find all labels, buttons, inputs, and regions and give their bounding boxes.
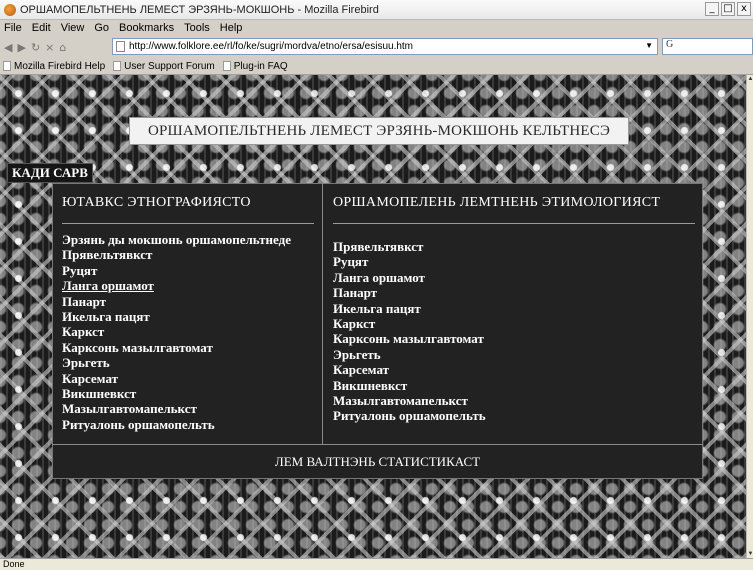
left-heading-divider bbox=[62, 223, 314, 224]
left-link-item[interactable]: Ритуалонь оршамопельть bbox=[62, 417, 314, 432]
menu-help[interactable]: Help bbox=[220, 22, 243, 34]
reload-icon[interactable]: ↻ bbox=[31, 41, 40, 54]
left-link-item[interactable]: Руцят bbox=[62, 263, 314, 278]
left-link-item[interactable]: Икельга пацят bbox=[62, 309, 314, 324]
window-title: ОРШАМОПЕЛЬТНЕНЬ ЛЕМЕСТ ЭРЗЯНЬ-МОКШОНЬ - … bbox=[20, 3, 379, 16]
left-link-list: Эрзянь ды мокшонь оршамопельтнеде Прявель… bbox=[62, 232, 314, 432]
left-link-item[interactable]: Эрьгеть bbox=[62, 355, 314, 370]
close-button[interactable]: x bbox=[737, 2, 751, 16]
bookmark-page-icon bbox=[113, 61, 122, 71]
menu-go[interactable]: Go bbox=[94, 22, 109, 34]
left-link-item[interactable]: Викшневкст bbox=[62, 386, 314, 401]
left-column-heading: ЮТАВКС ЭТНОГРАФИЯСТО bbox=[62, 195, 251, 210]
stop-icon[interactable]: × bbox=[45, 41, 54, 54]
right-link-item[interactable]: Прявельтявкст bbox=[333, 239, 695, 254]
menu-edit[interactable]: Edit bbox=[32, 22, 51, 34]
right-column-heading: ОРШАМОПЕЛЕНЬ ЛЕМТНЕНЬ ЭТИМОЛОГИЯСТ bbox=[333, 195, 661, 210]
url-bar[interactable]: ▼ bbox=[112, 38, 658, 55]
minimize-button[interactable]: _ bbox=[705, 2, 719, 16]
scroll-down-icon[interactable]: ▼ bbox=[747, 550, 753, 558]
search-input[interactable]: G bbox=[662, 38, 753, 55]
window-titlebar: ОРШАМОПЕЛЬТНЕНЬ ЛЕМЕСТ ЭРЗЯНЬ-МОКШОНЬ - … bbox=[0, 0, 753, 20]
menu-bookmarks[interactable]: Bookmarks bbox=[119, 22, 174, 34]
bookmarks-toolbar: Mozilla Firebird Help User Support Forum… bbox=[0, 58, 753, 75]
right-link-list: Прявельтявкст Руцят Ланга оршамот Панарт Ике… bbox=[333, 239, 695, 424]
left-link-item[interactable]: Мазылгавтомапелькст bbox=[62, 401, 314, 416]
right-link-item[interactable]: Ритуалонь оршамопельть bbox=[333, 408, 695, 423]
right-link-item[interactable]: Мазылгавтомапелькст bbox=[333, 393, 695, 408]
left-column: ЮТАВКС ЭТНОГРАФИЯСТО Эрзянь ды мокшонь о… bbox=[62, 183, 314, 432]
right-heading-divider bbox=[333, 223, 695, 224]
forward-icon[interactable]: ▶ bbox=[17, 41, 25, 54]
right-link-item[interactable]: Икельга пацят bbox=[333, 301, 695, 316]
url-input[interactable] bbox=[129, 41, 639, 52]
bookmark-page-icon bbox=[3, 61, 11, 71]
right-link-item[interactable]: Панарт bbox=[333, 285, 695, 300]
scroll-up-icon[interactable]: ▲ bbox=[747, 75, 753, 83]
right-link-item[interactable]: Эрьгеть bbox=[333, 347, 695, 362]
right-link-item[interactable]: Ланга оршамот bbox=[333, 270, 695, 285]
left-link-item[interactable]: Ланга оршамот bbox=[62, 278, 314, 293]
firebird-app-icon bbox=[4, 3, 16, 16]
left-link-item[interactable]: Панарт bbox=[62, 294, 314, 309]
left-link-item[interactable]: Карксонь мазылгавтомат bbox=[62, 340, 314, 355]
left-link-item[interactable]: Каркст bbox=[62, 324, 314, 339]
menu-file[interactable]: File bbox=[4, 22, 22, 34]
bookmark-item[interactable]: User Support Forum bbox=[113, 61, 215, 72]
window-controls: _ □ x bbox=[705, 2, 751, 16]
home-icon[interactable]: ⌂ bbox=[59, 41, 66, 54]
right-link-item[interactable]: Карсемат bbox=[333, 362, 695, 377]
status-bar: Done bbox=[0, 558, 753, 570]
statistics-link[interactable]: ЛЕМ ВАЛТНЭНЬ СТАТИСТИКАСТ bbox=[52, 444, 703, 479]
right-link-item[interactable]: Каркст bbox=[333, 316, 695, 331]
left-link-item[interactable]: Эрзянь ды мокшонь оршамопельтнеде bbox=[62, 232, 314, 247]
right-column: ОРШАМОПЕЛЕНЬ ЛЕМТНЕНЬ ЭТИМОЛОГИЯСТ Пряве… bbox=[333, 183, 695, 424]
back-icon[interactable]: ◀ bbox=[4, 41, 12, 54]
bookmark-item[interactable]: Mozilla Firebird Help bbox=[3, 61, 105, 72]
bookmark-page-icon bbox=[222, 61, 231, 71]
menu-tools[interactable]: Tools bbox=[184, 22, 210, 34]
right-link-item[interactable]: Руцят bbox=[333, 254, 695, 269]
vertical-scrollbar[interactable]: ▲ ▼ bbox=[746, 75, 753, 558]
home-link[interactable]: КАДИ САРВ bbox=[7, 163, 93, 183]
bookmark-item[interactable]: Plug-in FAQ bbox=[222, 61, 288, 72]
site-title: ОРШАМОПЕЛЬТНЕНЬ ЛЕМЕСТ ЭРЗЯНЬ-МОКШОНЬ КЕ… bbox=[129, 117, 629, 145]
right-link-item[interactable]: Карксонь мазылгавтомат bbox=[333, 331, 695, 346]
left-link-item[interactable]: Прявельтявкст bbox=[62, 247, 314, 262]
navigation-toolbar: ◀ ▶ ↻ × ⌂ ▼ G bbox=[0, 36, 753, 58]
page-content: ОРШАМОПЕЛЬТНЕНЬ ЛЕМЕСТ ЭРЗЯНЬ-МОКШОНЬ КЕ… bbox=[0, 75, 746, 558]
menu-bar: File Edit View Go Bookmarks Tools Help bbox=[0, 20, 753, 36]
right-link-item[interactable]: Викшневкст bbox=[333, 378, 695, 393]
url-dropdown-icon[interactable]: ▼ bbox=[645, 41, 653, 50]
maximize-button[interactable]: □ bbox=[721, 2, 735, 16]
page-icon bbox=[116, 41, 125, 52]
menu-view[interactable]: View bbox=[61, 22, 85, 34]
column-divider bbox=[322, 183, 323, 445]
left-link-item[interactable]: Карсемат bbox=[62, 371, 314, 386]
